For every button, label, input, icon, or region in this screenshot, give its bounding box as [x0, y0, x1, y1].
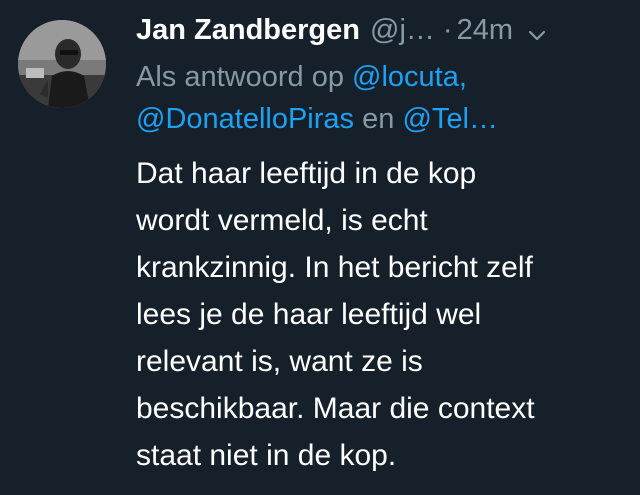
- mention-tel[interactable]: @Tel…: [402, 103, 498, 135]
- body-line: lees je de haar leeftijd wel: [136, 298, 482, 331]
- tweet-header: Jan Zandbergen @j… · 24m: [136, 14, 626, 56]
- avatar-photo: [18, 20, 106, 108]
- reply-conjunction: en: [362, 103, 395, 135]
- avatar[interactable]: [18, 20, 106, 108]
- body-line: beschikbaar. Maar die context: [136, 392, 535, 425]
- separator-dot: ·: [442, 14, 453, 46]
- mention-donatellopiras[interactable]: @DonatelloPiras: [136, 103, 354, 135]
- author-handle[interactable]: @j…: [370, 14, 435, 47]
- mention-locuta[interactable]: @locuta,: [352, 61, 467, 93]
- timestamp[interactable]: 24m: [457, 14, 513, 47]
- body-line: wordt vermeld, is echt: [136, 204, 428, 237]
- tweet: Jan Zandbergen @j… · 24m Als antwoord op…: [0, 0, 640, 495]
- author-name[interactable]: Jan Zandbergen: [136, 14, 360, 47]
- tweet-body: Dat haar leeftijd in de kop wordt vermel…: [136, 150, 626, 479]
- reply-context: Als antwoord op @locuta, @DonatelloPiras…: [136, 56, 626, 140]
- tweet-content: Jan Zandbergen @j… · 24m Als antwoord op…: [136, 14, 626, 479]
- body-line: Dat haar leeftijd in de kop: [136, 157, 477, 190]
- body-line: relevant is, want ze is: [136, 345, 423, 378]
- chevron-down-icon[interactable]: [527, 25, 547, 45]
- body-line: staat niet in de kop.: [136, 439, 397, 472]
- reply-prefix: Als antwoord op: [136, 61, 344, 93]
- body-line: krankzinnig. In het bericht zelf: [136, 251, 533, 284]
